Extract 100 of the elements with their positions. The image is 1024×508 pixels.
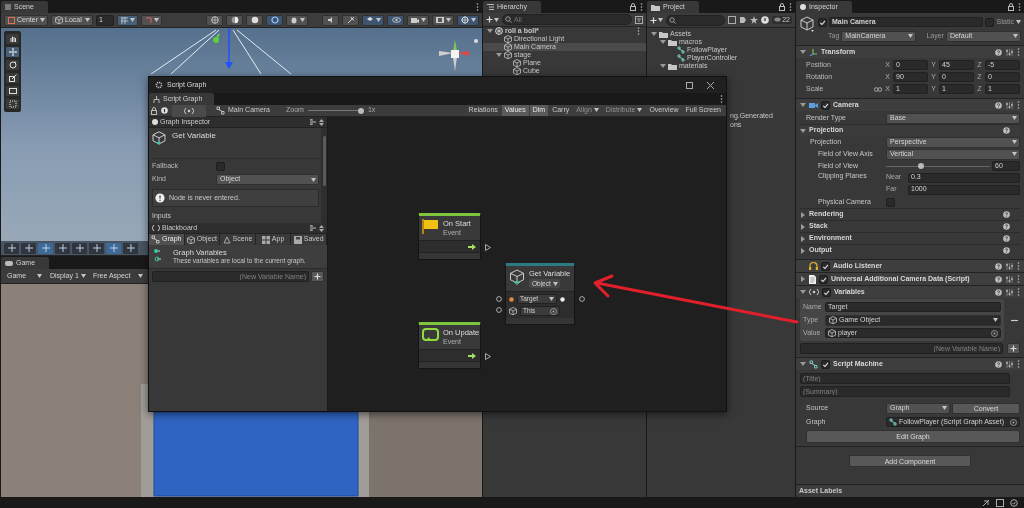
eye-button[interactable]	[387, 14, 404, 26]
overlay-tool-button[interactable]	[55, 242, 70, 254]
globe-button[interactable]	[206, 14, 223, 26]
minus-icon[interactable]	[1010, 318, 1018, 322]
help-icon[interactable]	[995, 48, 1002, 56]
transform-tool-button[interactable]	[6, 99, 19, 109]
filter-icon[interactable]	[635, 15, 643, 24]
flow-port-icon[interactable]	[485, 244, 491, 251]
grid-snap-button[interactable]	[117, 14, 138, 26]
foldout-arrow-icon[interactable]	[800, 223, 806, 230]
overlay-tool-button[interactable]	[106, 242, 121, 254]
overlay-tool-button[interactable]	[21, 242, 36, 254]
enabled-checkbox[interactable]	[821, 359, 830, 369]
move-tool-button[interactable]	[6, 47, 19, 57]
filter-icon[interactable]	[728, 16, 737, 24]
zoom-slider[interactable]	[307, 107, 364, 114]
enabled-checkbox[interactable]	[822, 287, 831, 297]
port-circle-icon[interactable]	[579, 296, 585, 302]
collab-icon[interactable]	[982, 498, 990, 507]
overlay-tool-button[interactable]	[123, 242, 138, 254]
help-icon[interactable]	[1003, 247, 1010, 254]
overlay-tool-button[interactable]	[4, 242, 19, 254]
slider[interactable]	[886, 162, 990, 170]
dock-icon[interactable]	[310, 118, 316, 125]
target-icon[interactable]	[991, 329, 998, 337]
star-icon[interactable]	[750, 16, 759, 24]
scroll-arrows-icon[interactable]	[319, 224, 324, 232]
static-checkbox[interactable]	[985, 17, 995, 27]
progress-icon[interactable]	[1010, 498, 1018, 507]
sliders-icon[interactable]	[1006, 262, 1013, 270]
effects-button[interactable]	[342, 14, 359, 26]
camera-button[interactable]	[407, 14, 429, 26]
wire-sphere-button[interactable]	[266, 14, 283, 26]
increment-snap-button[interactable]	[141, 14, 162, 26]
visibility-button[interactable]	[362, 14, 384, 26]
kebab-menu-icon[interactable]	[789, 2, 792, 11]
help-icon[interactable]	[995, 288, 1002, 296]
foldout-arrow-icon[interactable]	[800, 49, 806, 55]
kebab-menu-icon[interactable]	[1017, 262, 1020, 270]
kebab-menu-icon[interactable]	[1017, 275, 1020, 283]
console-icon[interactable]	[996, 498, 1004, 507]
help-icon[interactable]	[1003, 223, 1010, 230]
port-circle-icon[interactable]	[496, 296, 502, 302]
enabled-checkbox[interactable]	[821, 100, 830, 110]
add-button[interactable]	[486, 16, 499, 23]
target-icon[interactable]	[550, 307, 557, 315]
foldout-arrow-icon[interactable]	[651, 31, 657, 37]
kebab-menu-icon[interactable]	[476, 2, 479, 11]
enabled-checkbox[interactable]	[821, 261, 830, 271]
target-icon[interactable]	[1010, 418, 1017, 426]
sliders-icon[interactable]	[1006, 48, 1013, 56]
close-icon[interactable]	[707, 81, 714, 89]
help-icon[interactable]	[995, 101, 1002, 109]
kebab-menu-icon[interactable]	[1018, 2, 1021, 11]
checkbox[interactable]	[886, 197, 895, 207]
lock-icon[interactable]	[779, 2, 785, 11]
help-icon[interactable]	[1003, 211, 1010, 218]
dock-icon[interactable]	[310, 224, 316, 231]
sphere-button[interactable]	[246, 14, 263, 26]
flow-output-icon[interactable]	[468, 352, 476, 359]
help-icon[interactable]	[995, 360, 1002, 368]
foldout-arrow-icon[interactable]	[800, 235, 806, 242]
foldout-arrow-icon[interactable]	[800, 247, 806, 254]
foldout-arrow-icon[interactable]	[660, 63, 666, 69]
sliders-icon[interactable]	[1006, 288, 1013, 296]
help-icon[interactable]	[995, 262, 1002, 270]
tag-icon[interactable]	[739, 16, 748, 24]
flow-output-icon[interactable]	[468, 243, 476, 250]
overlay-tool-button[interactable]	[89, 242, 104, 254]
kebab-menu-icon[interactable]	[1017, 360, 1020, 368]
info-icon[interactable]	[161, 107, 168, 114]
foldout-arrow-icon[interactable]	[800, 102, 806, 108]
add-button[interactable]	[650, 16, 663, 24]
checkbox[interactable]	[216, 162, 225, 171]
info-icon[interactable]	[761, 16, 770, 24]
foldout-arrow-icon[interactable]	[800, 211, 806, 218]
help-icon[interactable]	[995, 275, 1002, 283]
add-variable-button[interactable]	[1007, 342, 1020, 354]
sliders-icon[interactable]	[1006, 101, 1013, 109]
foldout-arrow-icon[interactable]	[800, 127, 806, 134]
kebab-menu-icon[interactable]	[640, 2, 643, 11]
foldout-arrow-icon[interactable]	[496, 52, 502, 58]
foldout-arrow-icon[interactable]	[800, 276, 806, 282]
gizmos-button[interactable]	[457, 14, 479, 26]
sliders-icon[interactable]	[1006, 360, 1013, 368]
lock-icon[interactable]	[151, 106, 157, 115]
help-icon[interactable]	[1003, 235, 1010, 242]
overlay-tool-button[interactable]	[72, 242, 87, 254]
kebab-menu-icon[interactable]	[1017, 288, 1020, 296]
sliders-icon[interactable]	[1006, 275, 1013, 283]
add-variable-button[interactable]	[311, 270, 324, 282]
link-icon[interactable]	[874, 86, 882, 92]
kebab-menu-icon[interactable]	[1017, 48, 1020, 56]
lighting-button[interactable]	[286, 14, 308, 26]
search-field[interactable]	[666, 14, 726, 26]
enabled-checkbox[interactable]	[819, 274, 828, 284]
foldout-arrow-icon[interactable]	[487, 28, 493, 34]
film-button[interactable]	[432, 14, 454, 26]
kebab-menu-icon[interactable]	[1017, 101, 1020, 109]
lock-icon[interactable]	[1008, 2, 1014, 11]
